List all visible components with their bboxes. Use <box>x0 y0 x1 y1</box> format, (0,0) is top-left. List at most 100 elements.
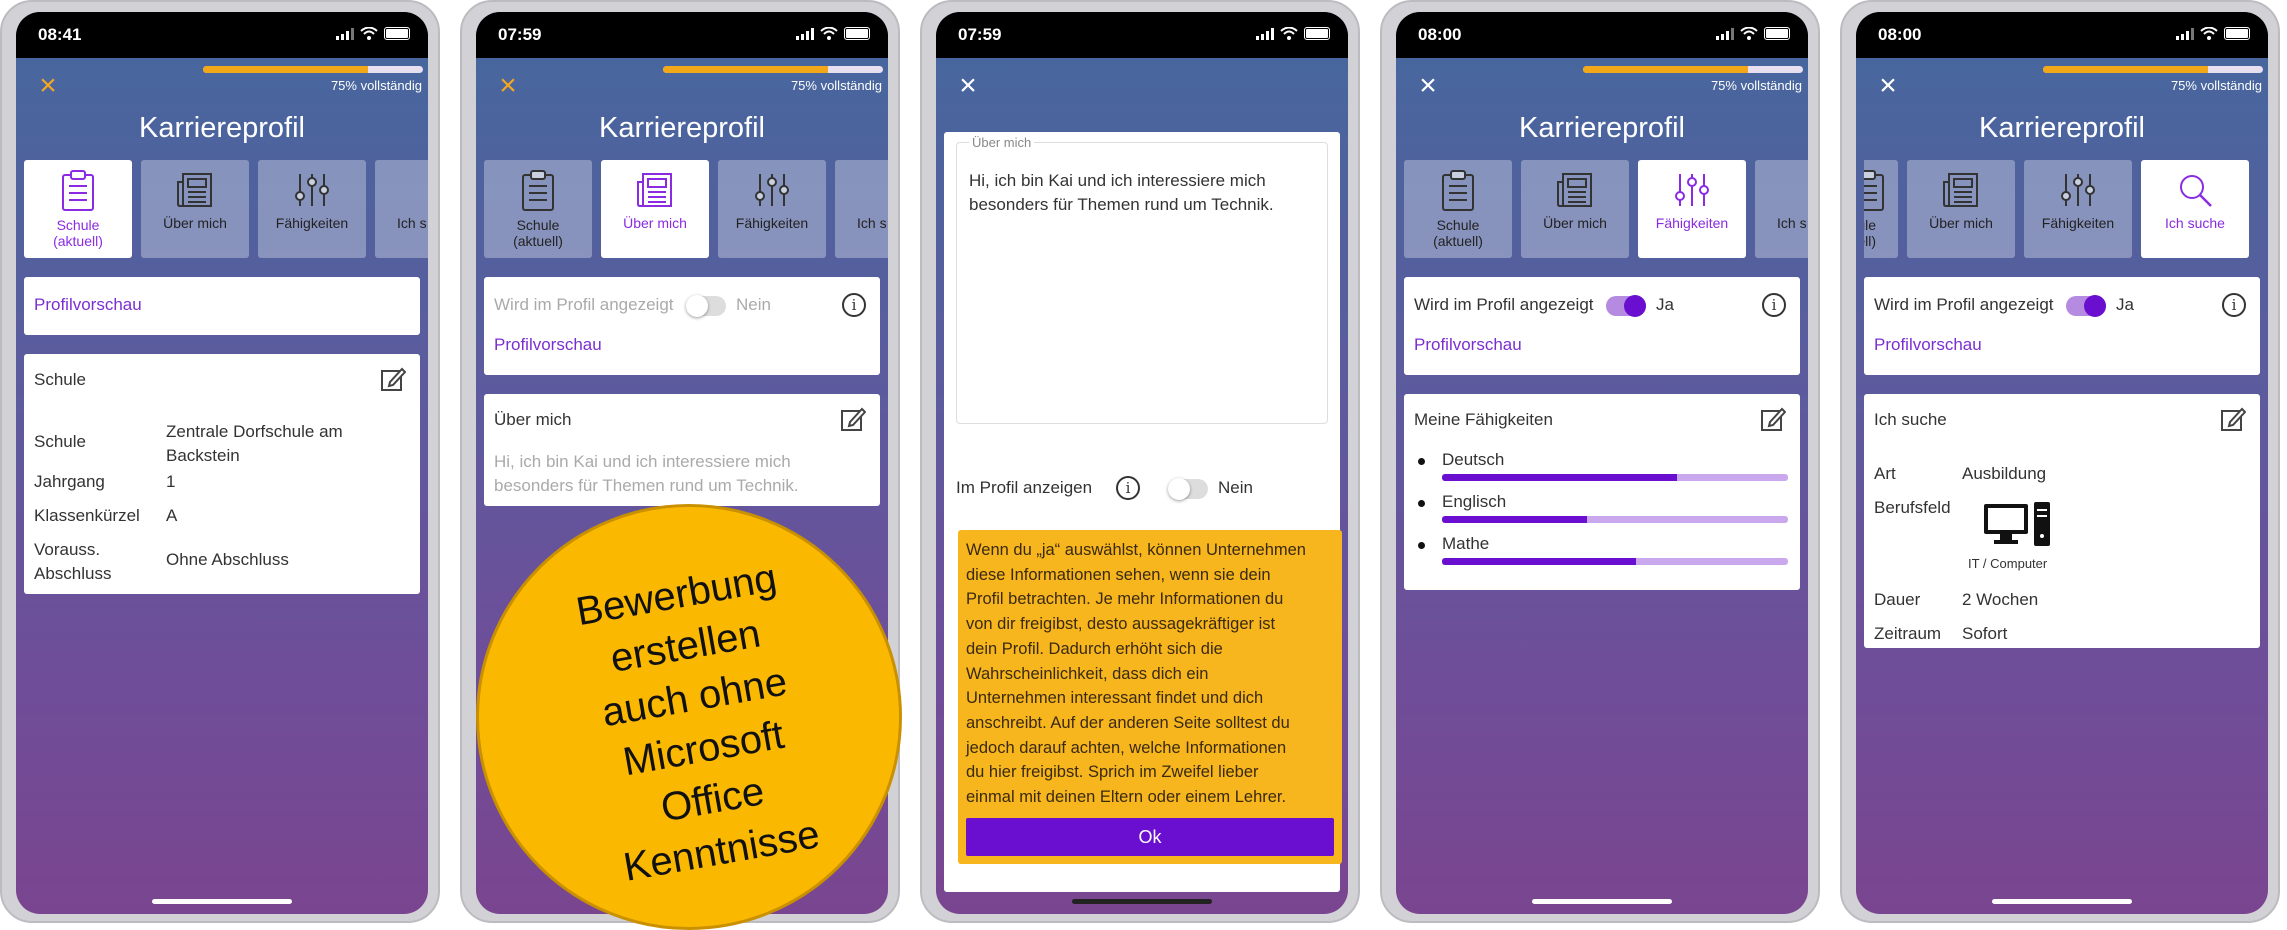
signal-icon <box>1256 27 1274 40</box>
tab-faehigkeiten[interactable]: Fähigkeiten <box>258 160 366 258</box>
tab-label: Fähigkeiten <box>2041 215 2115 231</box>
info-icon[interactable]: i <box>842 293 866 317</box>
profile-preview-link[interactable]: Profilvorschau <box>34 295 142 315</box>
tab-ich-suche[interactable]: Ich suche <box>2141 160 2249 258</box>
row-label: Berufsfeld <box>1874 498 1951 517</box>
tab-label: Über mich <box>163 215 227 231</box>
tab-ueber-mich[interactable]: Über mich <box>1521 160 1629 258</box>
home-indicator[interactable] <box>1072 899 1212 904</box>
status-time: 08:41 <box>38 25 82 44</box>
home-indicator[interactable] <box>1992 899 2132 904</box>
screen-edit-about: 07:59 × Über mich Hi, ich bin Kai und ic… <box>936 12 1348 914</box>
signal-icon <box>796 27 814 40</box>
skill-bar <box>1442 474 1788 481</box>
edit-icon[interactable] <box>380 366 406 392</box>
battery-icon <box>384 27 410 40</box>
card-title: Ich suche <box>1874 410 1947 429</box>
info-text: Wenn du „ja“ auswählst, können Unternehm… <box>966 541 1306 807</box>
profile-preview-link[interactable]: Profilvorschau <box>1874 335 1982 355</box>
skill-bar <box>1442 516 1788 523</box>
visibility-toggle[interactable] <box>1168 478 1208 500</box>
visibility-card: Wird im Profil angezeigt Ja i Profilvors… <box>1864 277 2260 375</box>
tab-ich-suche[interactable]: Ich s <box>375 160 428 258</box>
field-value: Hi, ich bin Kai und ich interessiere mic… <box>969 171 1274 214</box>
card-title: Über mich <box>494 410 572 429</box>
visibility-toggle[interactable] <box>2066 295 2106 317</box>
skill-bar <box>1442 558 1788 565</box>
tab-ich-suche[interactable]: Ich s <box>835 160 888 258</box>
info-icon[interactable]: i <box>2222 293 2246 317</box>
newspaper-icon <box>637 173 672 207</box>
close-icon[interactable]: × <box>1414 71 1442 101</box>
phone-4: 08:00 × 75% vollständig Karriereprofil S… <box>1380 0 1820 923</box>
progress-text: 75% vollständig <box>790 78 882 93</box>
progress-bar <box>663 66 883 73</box>
battery-icon <box>1304 27 1330 40</box>
tab-ueber-mich[interactable]: Über mich <box>1907 160 2015 258</box>
home-indicator[interactable] <box>152 899 292 904</box>
search-icon <box>869 170 888 210</box>
info-box: Wenn du „ja“ auswählst, können Unternehm… <box>958 530 1342 864</box>
ok-button[interactable]: Ok <box>966 817 1334 856</box>
home-indicator[interactable] <box>1532 899 1672 904</box>
sliders-icon <box>1675 174 1709 206</box>
tab-faehigkeiten[interactable]: Fähigkeiten <box>718 160 826 258</box>
beruf-caption: IT / Computer <box>1968 556 2048 571</box>
close-icon[interactable]: × <box>494 71 522 101</box>
newspaper-icon <box>1557 173 1592 207</box>
skill-name: Mathe <box>1442 534 1490 553</box>
edit-icon[interactable] <box>840 406 866 432</box>
tab-ueber-mich[interactable]: Über mich <box>601 160 709 258</box>
sliders-icon <box>2061 174 2095 206</box>
clipboard-icon <box>1442 170 1474 211</box>
about-textarea[interactable]: Über mich Hi, ich bin Kai und ich intere… <box>956 135 1328 424</box>
computer-icon <box>1984 502 2050 546</box>
info-icon[interactable]: i <box>1762 293 1786 317</box>
status-bar: 08:00 <box>1396 12 1808 58</box>
edit-icon[interactable] <box>1760 406 1786 432</box>
tab-bar: Schule (aktuell) Über mich Fähigkeiten Ic… <box>1404 160 1808 258</box>
clipboard-icon <box>62 170 94 211</box>
search-icon <box>1789 170 1808 210</box>
tab-schule[interactable]: Schule (aktuell) <box>1404 160 1512 258</box>
wifi-icon <box>1740 27 1758 40</box>
row-value: A <box>166 506 178 525</box>
close-icon[interactable]: × <box>954 71 982 101</box>
tab-label: Ich s <box>397 215 427 231</box>
row-label: Vorauss. Abschluss <box>34 540 112 583</box>
profile-preview-link[interactable]: Profilvorschau <box>494 335 602 355</box>
tab-faehigkeiten[interactable]: Fähigkeiten <box>2024 160 2132 258</box>
status-icons <box>2176 27 2250 40</box>
screen-school: 08:41 × 75% vollständig Karriereprofil S… <box>16 12 428 914</box>
edit-icon[interactable] <box>2220 406 2246 432</box>
battery-icon <box>2224 27 2250 40</box>
tab-schule[interactable]: Schule (aktuell) <box>24 160 132 258</box>
status-time: 07:59 <box>958 25 1002 44</box>
row-label: Jahrgang <box>34 472 105 491</box>
wifi-icon <box>1280 27 1298 40</box>
tab-schule[interactable]: Schule (aktuell) <box>484 160 592 258</box>
tab-label: Ich suche <box>2165 215 2225 231</box>
edit-panel: Über mich Hi, ich bin Kai und ich intere… <box>944 132 1342 892</box>
battery-icon <box>844 27 870 40</box>
tab-label: uleuell) <box>1864 217 1876 249</box>
tab-ueber-mich[interactable]: Über mich <box>141 160 249 258</box>
close-icon[interactable]: × <box>1874 71 1902 101</box>
status-icons <box>1256 27 1330 40</box>
close-icon[interactable]: × <box>34 71 62 101</box>
search-icon <box>409 170 428 210</box>
status-icons <box>1716 27 1790 40</box>
tab-label: Über mich <box>1929 215 1993 231</box>
visibility-toggle[interactable] <box>1606 295 1646 317</box>
tab-schule[interactable]: uleuell) <box>1864 160 1898 258</box>
row-label: Zeitraum <box>1874 624 1942 643</box>
tab-faehigkeiten[interactable]: Fähigkeiten <box>1638 160 1746 258</box>
visibility-toggle[interactable] <box>686 295 726 317</box>
visibility-label: Wird im Profil angezeigt <box>1874 295 2054 314</box>
info-icon[interactable]: i <box>1116 476 1140 500</box>
phone-1: 08:41 × 75% vollständig Karriereprofil S… <box>0 0 440 923</box>
profile-preview-link[interactable]: Profilvorschau <box>1414 335 1522 355</box>
tab-label: Fähigkeiten <box>1655 215 1729 231</box>
status-time: 07:59 <box>498 25 542 44</box>
tab-ich-suche[interactable]: Ich s <box>1755 160 1808 258</box>
